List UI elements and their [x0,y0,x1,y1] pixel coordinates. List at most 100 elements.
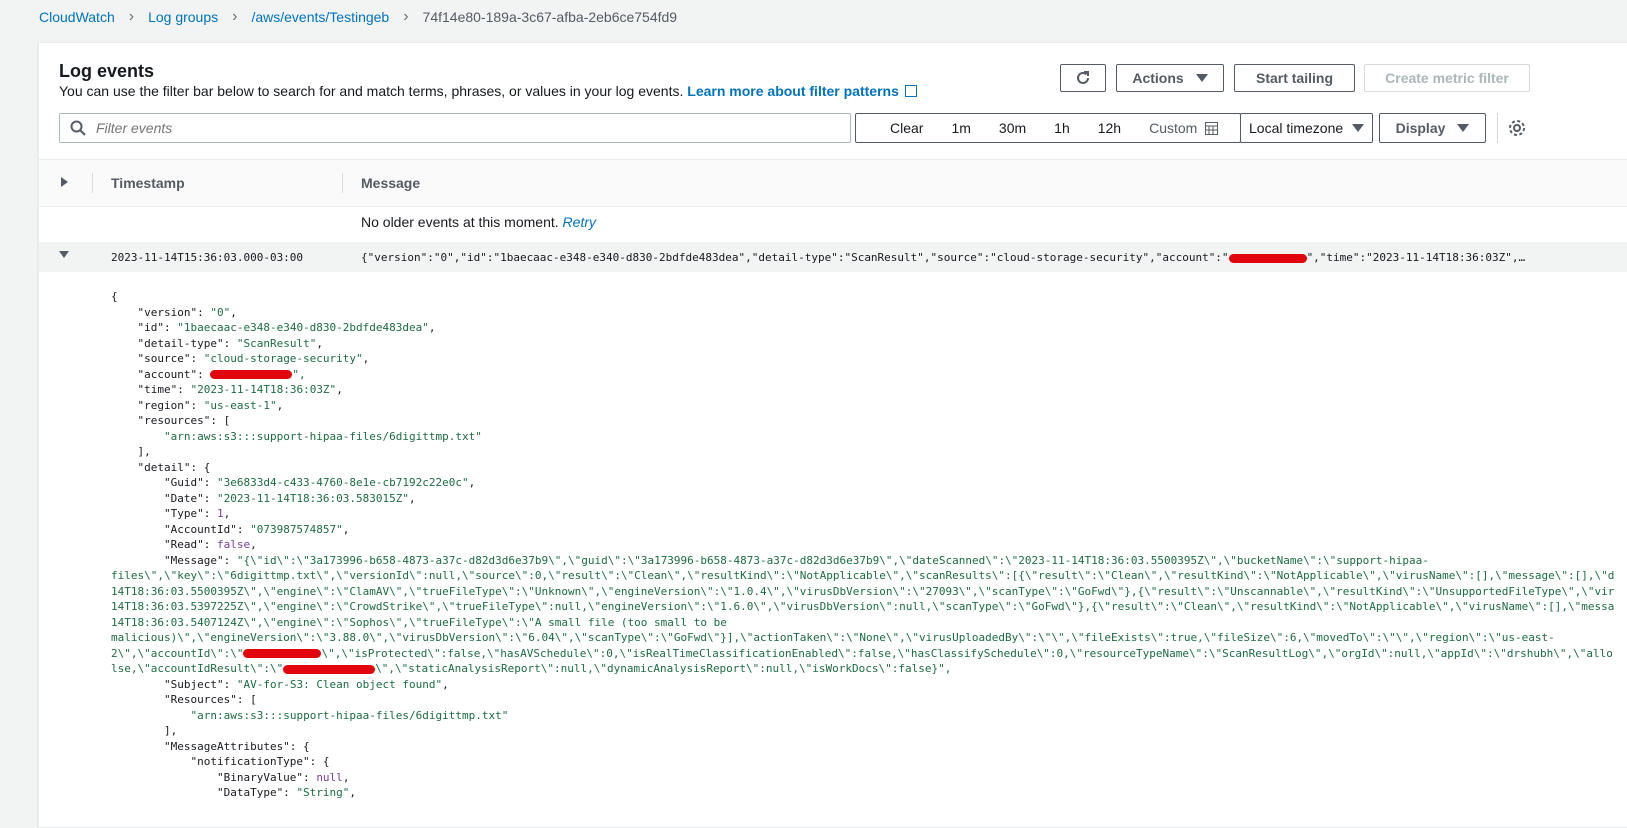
search-icon [70,120,86,136]
json-notif-resource: "arn:aws:s3:::support-hipaa-files/6digit… [190,708,509,722]
json-line: ], [111,724,178,737]
time-range-selector: Clear 1m 30m 1h 12h Custom [855,113,1241,143]
json-line: "account": ", [111,367,306,381]
json-line: ], [111,445,151,458]
log-event-row[interactable]: 2023-11-14T15:36:03.000-03:00 {"version"… [39,242,1627,272]
json-region: "us-east-1" [203,398,277,412]
json-line: "version": "0", [111,305,237,319]
json-version: "0" [210,305,231,319]
json-message-line7-prefix: 2\",\"accountId\":\" [111,646,244,660]
json-line: "detail-type": "ScanResult", [111,336,323,350]
description-text: You can use the filter bar below to sear… [59,83,684,99]
display-label: Display [1395,120,1446,136]
json-line: "notificationType": { [111,755,330,768]
json-binary-value: null [316,770,343,784]
json-line: "detail": { [111,460,211,474]
breadcrumb-cloudwatch[interactable]: CloudWatch [39,9,115,25]
actions-label: Actions [1132,70,1184,86]
learn-more-link[interactable]: Learn more about filter patterns [687,83,917,99]
timezone-dropdown[interactable]: Local timezone [1240,113,1373,143]
divider [1497,113,1498,143]
json-line: "Type": 1, [111,507,231,520]
external-link-icon [904,85,917,97]
json-line: "Date": "2023-11-14T18:36:03.583015Z", [111,491,416,505]
json-line: "Guid": "3e6833d4-c433-4760-8e1e-cb7192c… [111,476,476,489]
json-line: "BinaryValue": null, [111,770,350,784]
caret-down-icon [1352,124,1364,132]
json-line: "Subject": "AV-for-S3: Clean object foun… [111,677,449,691]
json-message-line: 14T18:36:03.5407124Z\",\"engine\":\"Soph… [111,615,727,629]
json-detail-type: "ScanResult" [236,336,317,350]
event-message: {"version":"0","id":"1baecaac-e348-e340-… [361,251,1529,264]
json-message-line: 14T18:36:03.5397225Z\",\"engine\":\"Crow… [111,600,1615,613]
no-older-text: No older events at this moment. [361,214,559,230]
start-tailing-button[interactable]: Start tailing [1234,64,1355,92]
redaction-mark [210,370,293,379]
column-divider [342,173,343,193]
redaction-mark [1228,253,1307,263]
log-events-panel: Log events You can use the filter bar be… [38,42,1627,828]
calendar-icon[interactable] [1205,121,1219,135]
event-message-suffix: ","time":"2023-11-14T18:36:03Z","region"… [1306,251,1529,264]
json-line: "DataType": "String", [111,786,357,799]
json-message-line: files\",\"key\":\"6digittmp.txt\",\"vers… [111,569,1615,582]
collapse-icon[interactable] [59,251,69,258]
json-guid: "3e6833d4-c433-4760-8e1e-cb7192c22e0c" [216,476,469,489]
range-custom[interactable]: Custom [1149,120,1197,136]
json-line: "region": "us-east-1", [111,398,284,412]
json-resource: "arn:aws:s3:::support-hipaa-files/6digit… [163,429,482,443]
json-source: "cloud-storage-security" [203,352,363,365]
panel-title: Log events [59,61,155,81]
breadcrumb-current: 74f14e80-189a-3c67-afba-2eb6ce754fd9 [422,9,678,25]
json-line: "Read": false, [111,538,257,551]
json-line: "id": "1baecaac-e348-e340-d830-2bdfde483… [111,321,436,334]
filter-events-input[interactable] [94,119,798,137]
json-line: "resources": [ [111,414,231,427]
breadcrumb: CloudWatch › Log groups › /aws/events/Te… [39,6,677,28]
breadcrumb-log-group[interactable]: /aws/events/Testingeb [251,9,389,25]
event-message-prefix: {"version":"0","id":"1baecaac-e348-e340-… [361,251,1229,264]
json-subject: "AV-for-S3: Clean object found" [236,677,443,691]
panel-description: You can use the filter bar below to sear… [59,83,917,99]
actions-button[interactable]: Actions [1116,64,1224,92]
timestamp-column-header[interactable]: Timestamp [111,175,185,191]
expand-all-icon[interactable] [61,177,68,187]
create-metric-filter-button[interactable]: Create metric filter [1364,64,1530,92]
json-account-id: "073987574857" [250,522,343,536]
learn-more-label: Learn more about filter patterns [687,83,899,99]
message-column-header[interactable]: Message [361,175,420,191]
json-line: "Resources": [ [111,693,257,706]
redaction-mark [243,649,322,658]
chevron-right-icon: › [128,8,135,25]
no-older-events: No older events at this moment. Retry [361,214,596,230]
json-read: false [216,538,251,551]
json-line: "time": "2023-11-14T18:36:03Z", [111,383,343,396]
range-30m[interactable]: 30m [999,120,1026,136]
json-line: { [111,290,118,303]
breadcrumb-log-groups[interactable]: Log groups [148,9,218,25]
json-time: "2023-11-14T18:36:03Z" [190,383,337,396]
clear-button[interactable]: Clear [890,120,923,136]
json-message-line: lse,\"accountIdResult\":\" \",\"staticAna… [111,661,1614,677]
json-message-line: malicious)\",\"engineVersion\":\"3.88.0\… [111,631,1555,644]
json-account-suffix: ", [292,367,306,381]
json-message-line: 2\",\"accountId\":\" \",\"isProtected\":f… [111,646,1614,662]
filter-bar [59,113,851,143]
timezone-label: Local timezone [1249,120,1344,136]
retry-link[interactable]: Retry [563,214,596,230]
refresh-button[interactable] [1060,64,1106,92]
gear-icon[interactable] [1508,119,1526,137]
event-json-detail: { "version": "0", "id": "1baecaac-e348-e… [111,289,1614,801]
range-12h[interactable]: 12h [1098,120,1121,136]
json-date: "2023-11-14T18:36:03.583015Z" [216,491,410,505]
json-message-line: 14T18:36:03.5500395Z\",\"engine\":\"Clam… [111,584,1615,598]
json-line: "arn:aws:s3:::support-hipaa-files/6digit… [111,708,1614,724]
range-1h[interactable]: 1h [1054,120,1070,136]
json-message-line7-suffix: \",\"isProtected\":false,\"hasAVSchedule… [321,646,1613,660]
json-message-line8-prefix: lse,\"accountIdResult\":\" [111,662,284,675]
range-1m[interactable]: 1m [951,120,970,136]
display-button[interactable]: Display [1379,113,1486,143]
json-data-type: "String" [296,786,350,799]
json-line: "MessageAttributes": { [111,739,310,753]
chevron-right-icon: › [403,8,409,25]
